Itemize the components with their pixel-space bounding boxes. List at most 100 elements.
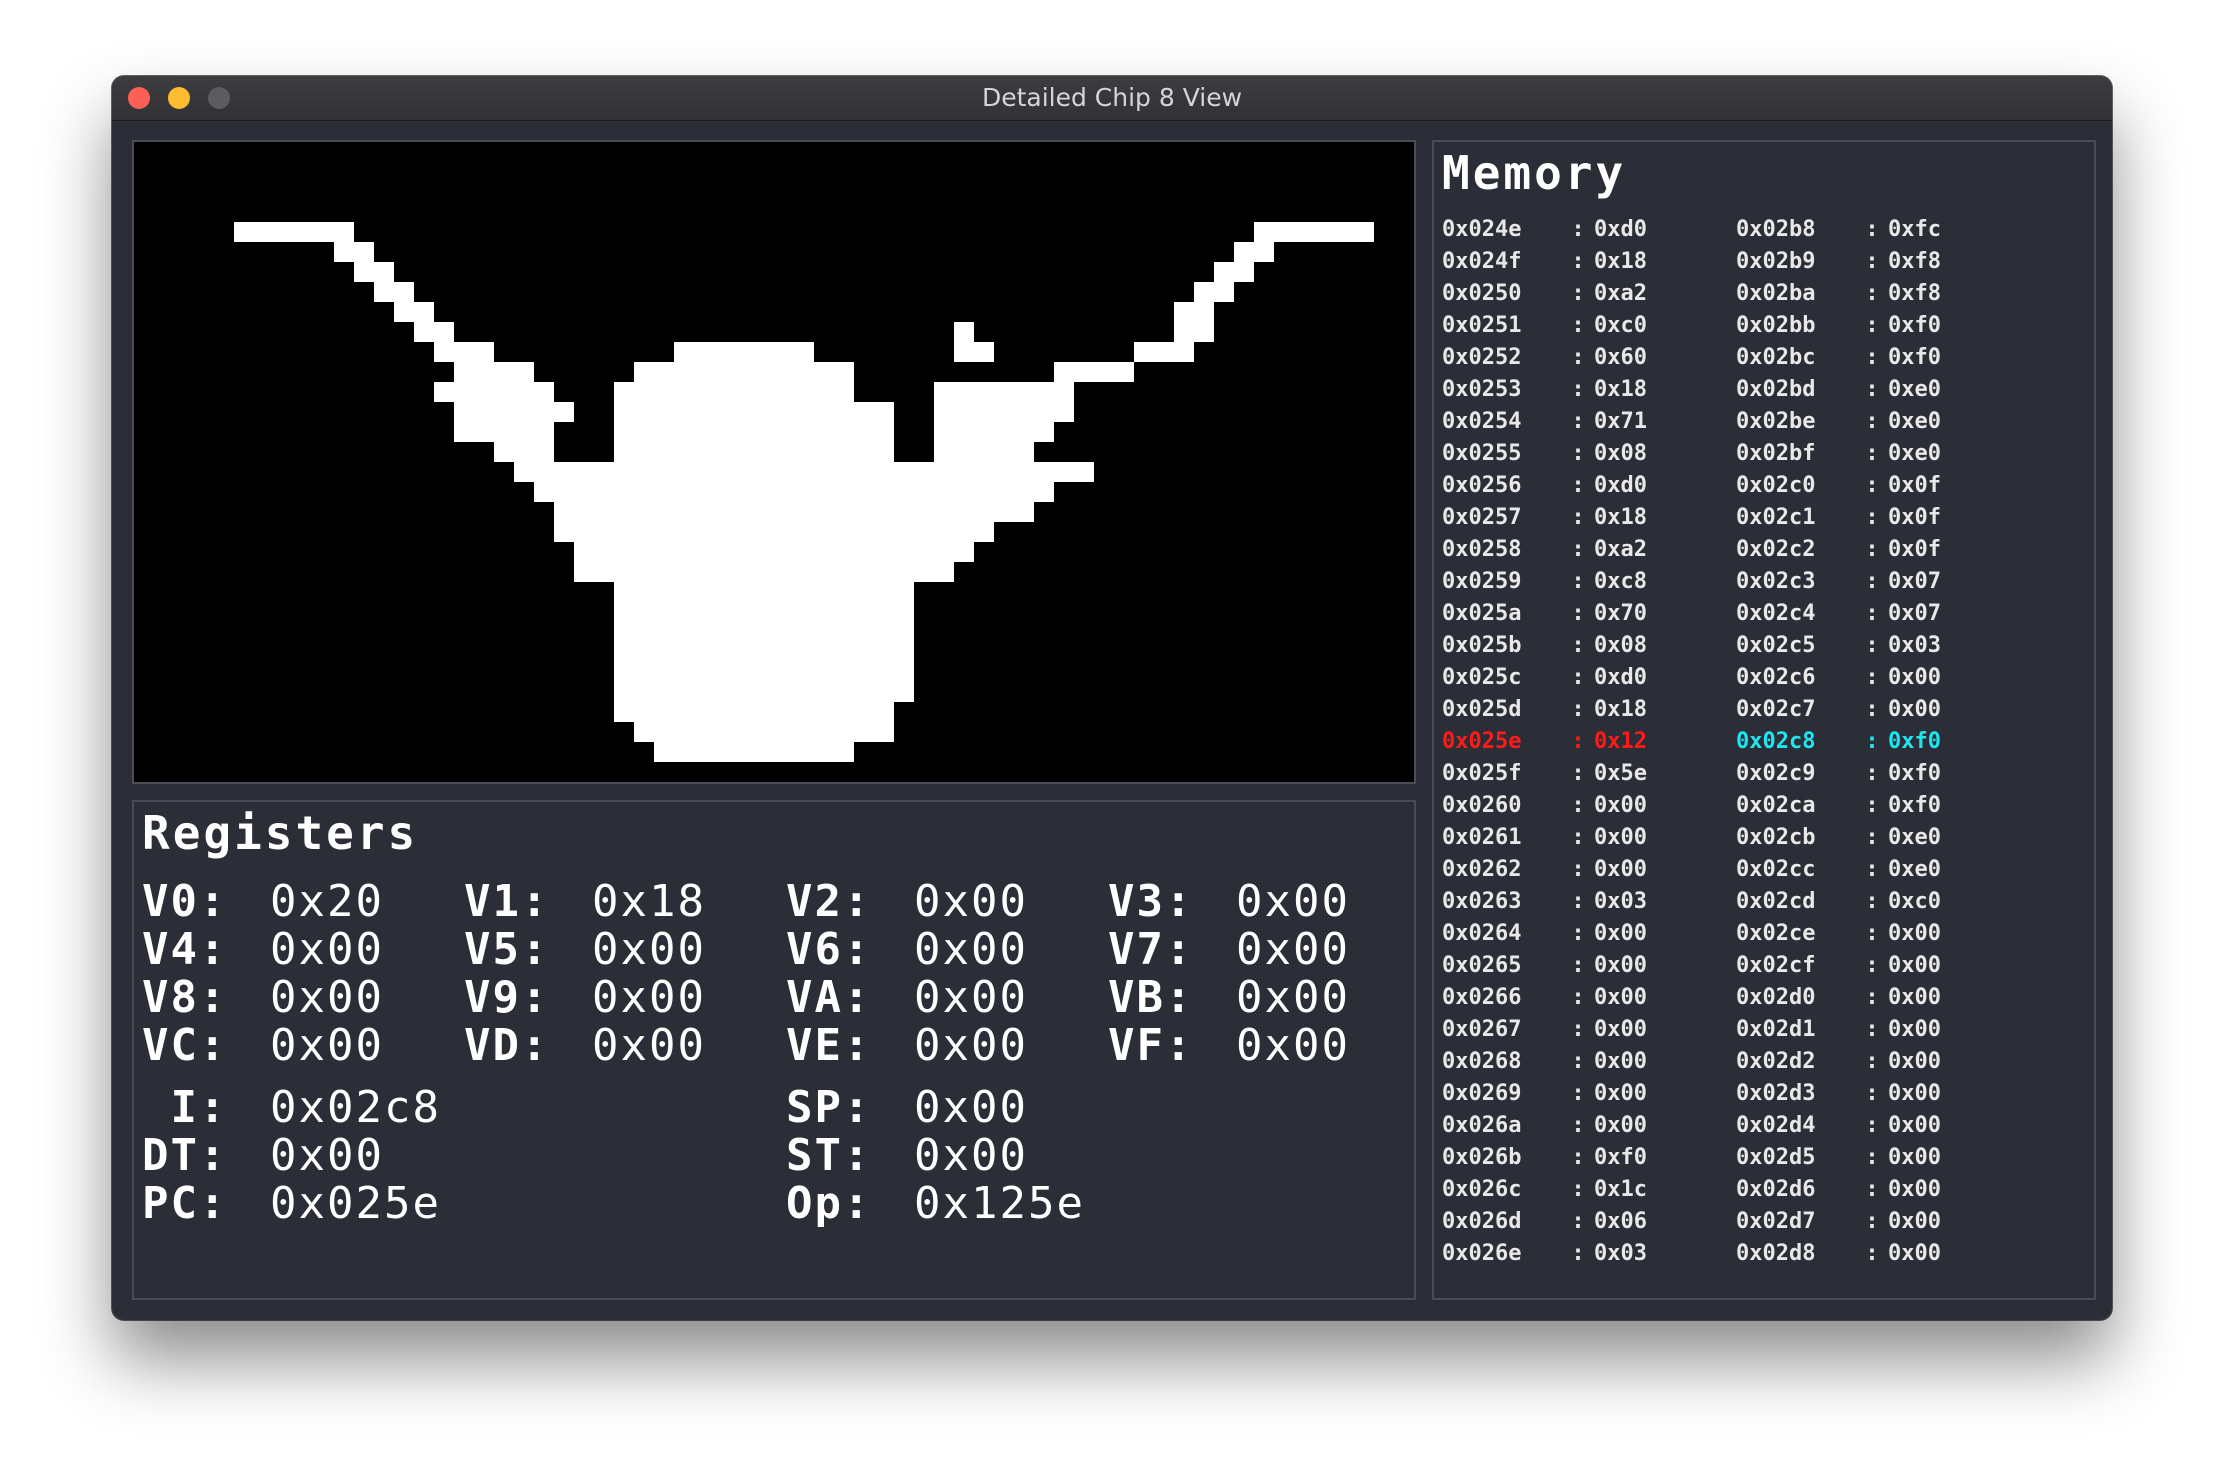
register-value: 0x00 [914, 1020, 1028, 1071]
display-pixel-run [934, 422, 1054, 442]
register-value: 0x18 [592, 876, 706, 927]
memory-separator: : [1865, 409, 1879, 434]
memory-value: 0x1c [1594, 1177, 1647, 1202]
memory-address: 0x0259 [1442, 569, 1522, 594]
memory-row: 0x02c5:0x03 [1736, 630, 1941, 662]
memory-separator: : [1865, 473, 1879, 498]
memory-row: 0x02d2:0x00 [1736, 1046, 1941, 1078]
memory-address: 0x02b9 [1736, 249, 1816, 274]
memory-address: 0x0257 [1442, 505, 1522, 530]
memory-row: 0x02be:0xe0 [1736, 406, 1941, 438]
memory-value: 0x00 [1594, 825, 1647, 850]
memory-address: 0x0256 [1442, 473, 1522, 498]
display-pixel-run [614, 622, 914, 642]
memory-separator: : [1571, 377, 1585, 402]
memory-value: 0x07 [1888, 601, 1941, 626]
register-value: 0x00 [592, 972, 706, 1023]
register-label: V2: [786, 876, 872, 927]
memory-value: 0xa2 [1594, 537, 1647, 562]
special-register-value: 0x00 [914, 1130, 1028, 1181]
memory-value: 0x00 [1888, 1145, 1941, 1170]
title-bar: Detailed Chip 8 View [112, 76, 2112, 121]
memory-address: 0x026a [1442, 1113, 1522, 1138]
memory-column-left: 0x024e:0xd0 0x024f:0x18 0x0250:0xa2 0x0251:… [1442, 214, 1647, 1270]
memory-value: 0x00 [1594, 1049, 1647, 1074]
memory-address: 0x0268 [1442, 1049, 1522, 1074]
memory-value: 0x00 [1594, 1081, 1647, 1106]
memory-address: 0x02cf [1736, 953, 1816, 978]
memory-separator: : [1571, 249, 1585, 274]
memory-value: 0x00 [1888, 697, 1941, 722]
memory-row: 0x026c:0x1c [1442, 1174, 1647, 1206]
memory-address: 0x02c5 [1736, 633, 1816, 658]
display-pixel-run [1254, 222, 1374, 242]
display-pixel-run [1174, 322, 1214, 342]
memory-address: 0x0254 [1442, 409, 1522, 434]
special-register-value: 0x02c8 [270, 1082, 441, 1133]
memory-value: 0xa2 [1594, 281, 1647, 306]
memory-row: 0x025a:0x70 [1442, 598, 1647, 630]
register-label: V1: [464, 876, 550, 927]
memory-row: 0x0253:0x18 [1442, 374, 1647, 406]
display-pixel-run [614, 582, 914, 602]
memory-row: 0x0268:0x00 [1442, 1046, 1647, 1078]
memory-separator: : [1865, 1049, 1879, 1074]
memory-row: 0x024f:0x18 [1442, 246, 1647, 278]
display-pixel-run [534, 482, 1054, 502]
display-pixel-run [934, 402, 1074, 422]
memory-separator: : [1865, 569, 1879, 594]
display-pixel-run [614, 442, 894, 462]
memory-row: 0x0259:0xc8 [1442, 566, 1647, 598]
memory-value: 0xf0 [1888, 313, 1941, 338]
memory-separator: : [1865, 345, 1879, 370]
memory-address: 0x024f [1442, 249, 1522, 274]
memory-address: 0x02ba [1736, 281, 1816, 306]
memory-separator: : [1865, 441, 1879, 466]
memory-separator: : [1571, 1241, 1585, 1266]
memory-value: 0x18 [1594, 697, 1647, 722]
special-register-label: PC: [142, 1178, 228, 1229]
memory-row: 0x025f:0x5e [1442, 758, 1647, 790]
register-value: 0x00 [914, 924, 1028, 975]
memory-address: 0x02c2 [1736, 537, 1816, 562]
memory-separator: : [1571, 825, 1585, 850]
memory-value: 0xd0 [1594, 217, 1647, 242]
memory-address: 0x02d5 [1736, 1145, 1816, 1170]
memory-address: 0x0266 [1442, 985, 1522, 1010]
memory-value: 0xf8 [1888, 281, 1941, 306]
memory-row: 0x0254:0x71 [1442, 406, 1647, 438]
display-pixel-run [1214, 262, 1254, 282]
memory-address: 0x02b8 [1736, 217, 1816, 242]
memory-value: 0x00 [1888, 1017, 1941, 1042]
memory-value: 0x03 [1888, 633, 1941, 658]
memory-address: 0x02d4 [1736, 1113, 1816, 1138]
memory-panel: Memory 0x024e:0xd0 0x024f:0x18 0x0250:0xa2… [1432, 140, 2096, 1300]
memory-separator: : [1571, 1177, 1585, 1202]
display-pixel-run [374, 282, 414, 302]
memory-address: 0x0250 [1442, 281, 1522, 306]
memory-separator: : [1865, 537, 1879, 562]
memory-address: 0x02c0 [1736, 473, 1816, 498]
display-pixel-run [574, 562, 954, 582]
memory-separator: : [1571, 313, 1585, 338]
display-pixel-run [614, 662, 914, 682]
memory-column-right: 0x02b8:0xfc 0x02b9:0xf8 0x02ba:0xf8 0x02bb:… [1736, 214, 1941, 1270]
memory-separator: : [1571, 1017, 1585, 1042]
memory-separator: : [1571, 601, 1585, 626]
memory-row: 0x02d0:0x00 [1736, 982, 1941, 1014]
special-register-value: 0x025e [270, 1178, 441, 1229]
register-value: 0x20 [270, 876, 384, 927]
memory-address: 0x0265 [1442, 953, 1522, 978]
memory-value: 0x00 [1888, 1241, 1941, 1266]
display-pixel-run [454, 422, 554, 442]
memory-address: 0x0260 [1442, 793, 1522, 818]
memory-separator: : [1571, 281, 1585, 306]
memory-address: 0x02d8 [1736, 1241, 1816, 1266]
display-pixel-run [614, 682, 914, 702]
special-register-label: Op: [786, 1178, 872, 1229]
register-label: V3: [1108, 876, 1194, 927]
memory-separator: : [1865, 249, 1879, 274]
memory-value: 0x00 [1888, 921, 1941, 946]
memory-address: 0x02d1 [1736, 1017, 1816, 1042]
memory-row: 0x02ba:0xf8 [1736, 278, 1941, 310]
